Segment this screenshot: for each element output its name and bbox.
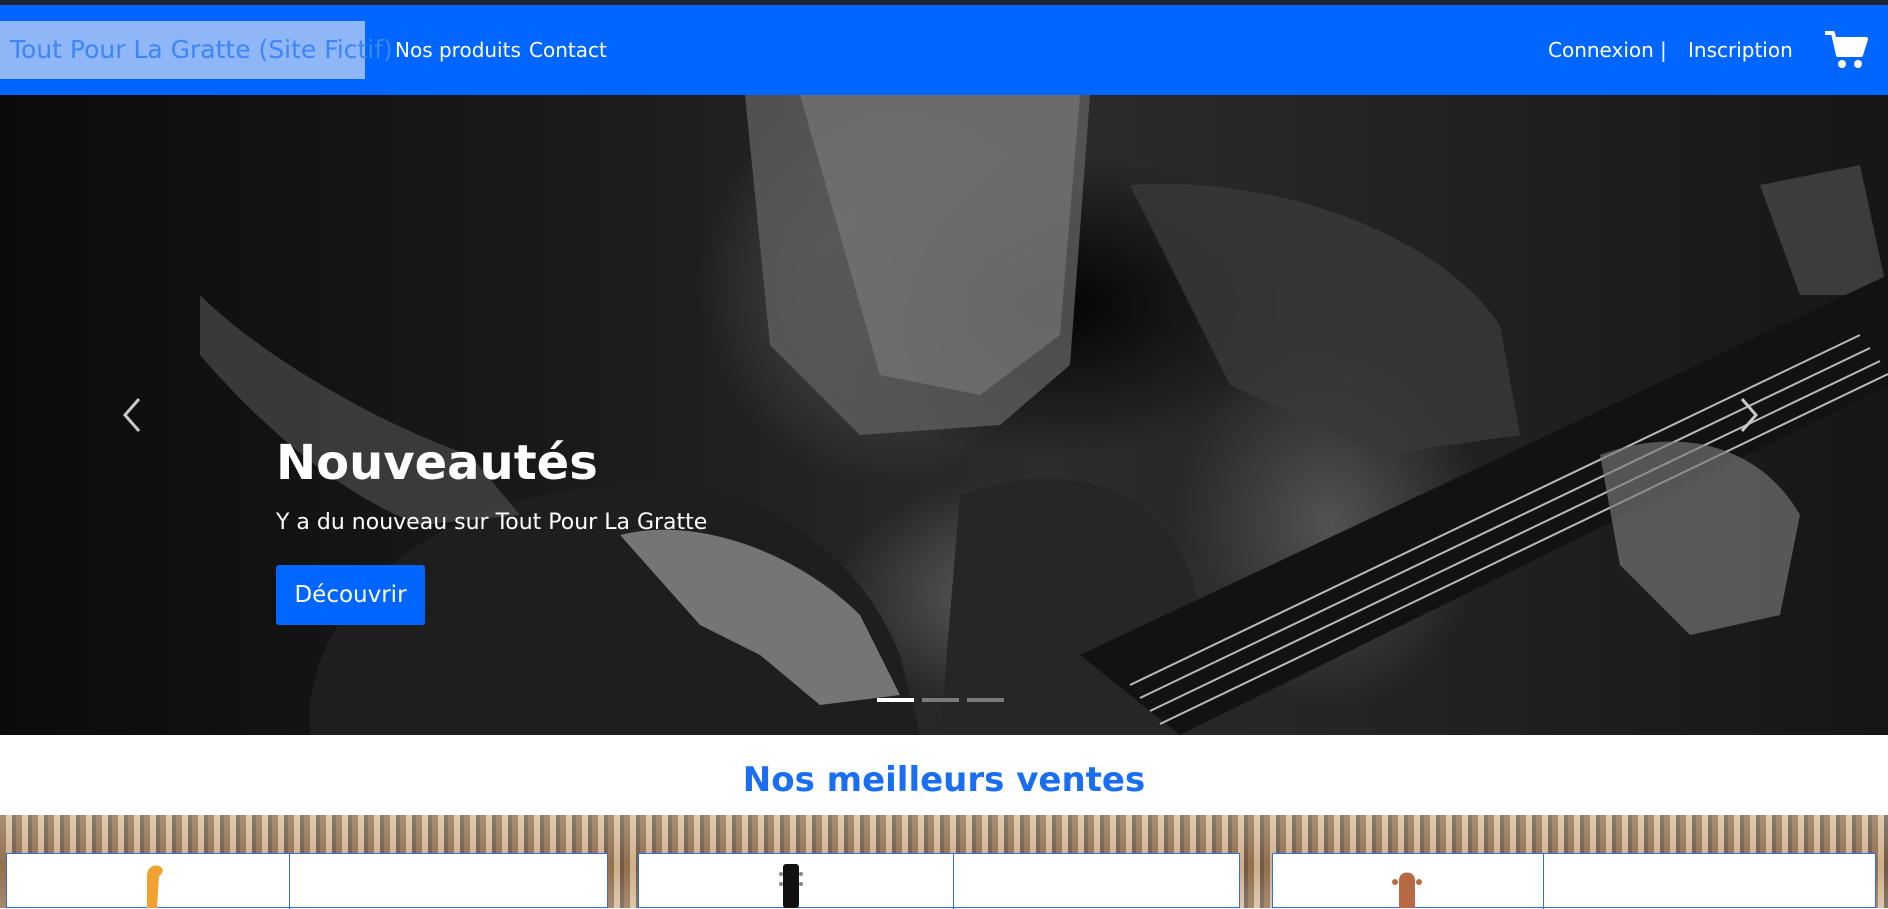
shopping-cart-icon[interactable] [1823,27,1869,73]
signup-link[interactable]: Inscription [1688,5,1793,95]
auth-separator: | [1660,38,1667,62]
navbar: Tout Pour La Gratte (Site Fictif) Nos pr… [0,5,1888,95]
hero-carousel: Nouveautés Y a du nouveau sur Tout Pour … [0,95,1888,735]
best-sellers-title: Nos meilleurs ventes [742,760,1146,800]
guitar-headstock-image [1392,872,1422,908]
product-card-3[interactable] [1272,853,1876,909]
brand-logo-link[interactable]: Tout Pour La Gratte (Site Fictif) [0,21,393,79]
guitar-headstock-image [779,864,803,908]
guitar-headstock-image [147,865,163,908]
carousel-indicator-1[interactable] [877,698,914,702]
chevron-right-icon[interactable] [1728,395,1768,435]
carousel-indicator-2[interactable] [922,698,959,702]
product-card-2[interactable] [638,853,1240,909]
nav-link-products[interactable]: Nos produits [395,5,521,95]
hero-subtitle: Y a du nouveau sur Tout Pour La Gratte [276,510,708,535]
chevron-left-icon[interactable] [113,395,153,435]
carousel-indicator-3[interactable] [967,698,1004,702]
nav-link-contact[interactable]: Contact [529,5,607,95]
discover-button[interactable]: Découvrir [276,565,425,625]
product-card-1[interactable] [6,853,608,909]
login-link[interactable]: Connexion [1548,5,1654,95]
hero-title: Nouveautés [276,435,598,491]
hero-guitar-photo [200,95,1888,735]
